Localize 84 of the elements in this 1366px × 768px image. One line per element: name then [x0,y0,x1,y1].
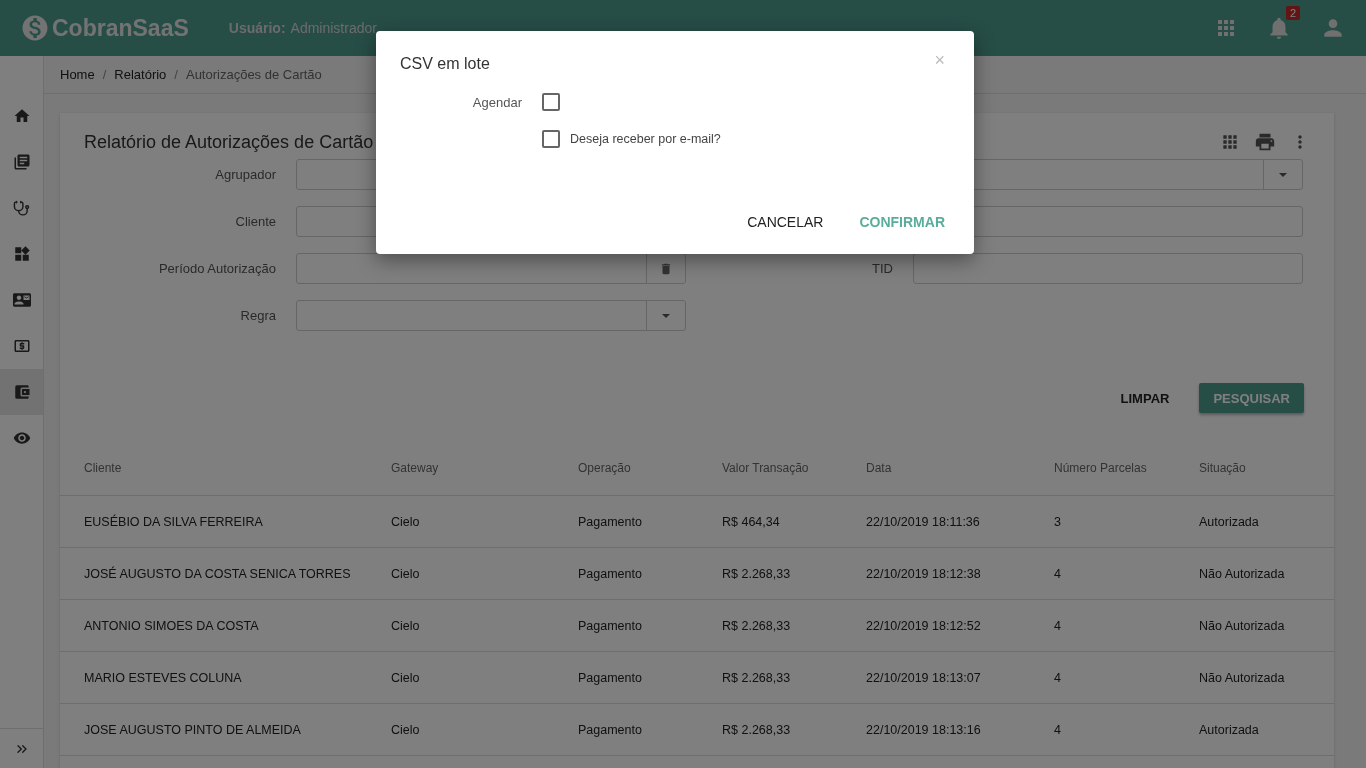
table-cell: 4 [1030,704,1175,756]
table-cell: Cielo [367,600,554,652]
logo-icon [20,13,50,43]
table-cell: MARIO ESTEVES COLUNA [60,652,367,704]
print-icon[interactable] [1254,131,1276,153]
notification-badge: 2 [1285,6,1300,20]
confirm-button[interactable]: CONFIRMAR [843,208,945,236]
table-cell: 3 [1030,496,1175,548]
contact-card-icon [12,291,31,309]
field-label: TID [871,261,893,276]
cancel-button[interactable]: CANCELAR [731,208,824,236]
user-label: Usuário: [228,20,286,36]
table-cell: 4 [1030,548,1175,600]
input-field[interactable] [913,253,1303,284]
table-cell: Não Autorizada [1175,548,1334,600]
table-cell: 22/10/2019 18:12:52 [842,600,1030,652]
user-name: Administrador [290,20,377,36]
apps-grid-icon[interactable] [1220,132,1240,152]
breadcrumb-separator: / [174,67,178,82]
table-cell: ANTONIO SIMOES DA COSTA [60,600,367,652]
breadcrumb-link[interactable]: Autorizações de Cartão [185,67,322,82]
sidebar-item[interactable] [0,369,43,415]
checkbox[interactable] [542,130,560,148]
column-header: Situação [1175,440,1334,496]
trash-icon [659,261,673,276]
column-header: Data [842,440,1030,496]
widgets-icon [12,245,31,263]
table-cell: Não Autorizada [1175,652,1334,704]
field-label: Agrupador [214,167,276,182]
option-label: Deseja receber por e-mail? [570,132,721,146]
table-cell: R$ 2.268,33 [698,548,842,600]
table-cell: 4 [1030,652,1175,704]
logo-text: CobranSaaS [52,14,189,42]
dropdown-arrow-icon [1279,172,1287,177]
column-header: Cliente [60,440,367,496]
field-label: Período Autorização [157,261,276,276]
table-cell: EUSÉBIO DA SILVA FERREIRA [60,496,367,548]
stethoscope-icon [13,199,30,217]
table-cell: R$ 2.268,33 [698,652,842,704]
column-header: Operação [554,440,698,496]
breadcrumb-link[interactable]: Home [60,67,95,82]
table-cell: Cielo [367,548,554,600]
table-cell: 22/10/2019 18:13:16 [842,704,1030,756]
column-header: Gateway [367,440,554,496]
table-cell: JOSÉ AUGUSTO DA COSTA SENICA TORRES [60,548,367,600]
table-cell: 22/10/2019 18:12:38 [842,548,1030,600]
checkbox[interactable] [542,93,560,111]
table-cell: JOSE AUGUSTO PINTO DE ALMEIDA [60,704,367,756]
table-cell: Pagamento [554,548,698,600]
wallet-icon [12,383,31,401]
table-cell: Pagamento [554,652,698,704]
column-header: Valor Transação [698,440,842,496]
table-cell: Não Autorizada [1175,600,1334,652]
table-cell: 4 [1030,600,1175,652]
table-cell: Cielo [367,652,554,704]
money-icon [12,337,31,355]
table-cell: R$ 2.268,33 [698,600,842,652]
table-cell: 22/10/2019 18:11:36 [842,496,1030,548]
table-cell: 22/10/2019 18:13:07 [842,652,1030,704]
dropdown-arrow-icon [662,313,670,318]
field-label: Cliente [234,214,276,229]
option-label: Agendar [471,94,522,110]
table-cell: Cielo [367,496,554,548]
field-label: Regra [239,308,276,323]
table-cell: Pagamento [554,496,698,548]
breadcrumb-separator: / [102,67,107,82]
table-cell: R$ 2.268,33 [698,704,842,756]
table-cell: Autorizada [1175,704,1334,756]
home-icon [12,107,31,125]
search-button[interactable]: PESQUISAR [1199,383,1304,413]
date-field[interactable] [296,253,686,284]
books-icon [12,153,31,171]
select-field[interactable] [296,300,686,331]
clear-button[interactable]: LIMPAR [1106,383,1184,413]
modal-title: CSV em lote [400,55,490,73]
breadcrumb-link[interactable]: Relatório [114,67,167,82]
table-cell: Autorizada [1175,496,1334,548]
report-title: Relatório de Autorizações de Cartão [84,131,374,153]
table-cell: Pagamento [554,704,698,756]
eye-icon [12,429,31,447]
table-cell: Pagamento [554,600,698,652]
table-cell: Cielo [367,704,554,756]
column-header: Número Parcelas [1030,440,1175,496]
table-cell: R$ 464,34 [698,496,842,548]
